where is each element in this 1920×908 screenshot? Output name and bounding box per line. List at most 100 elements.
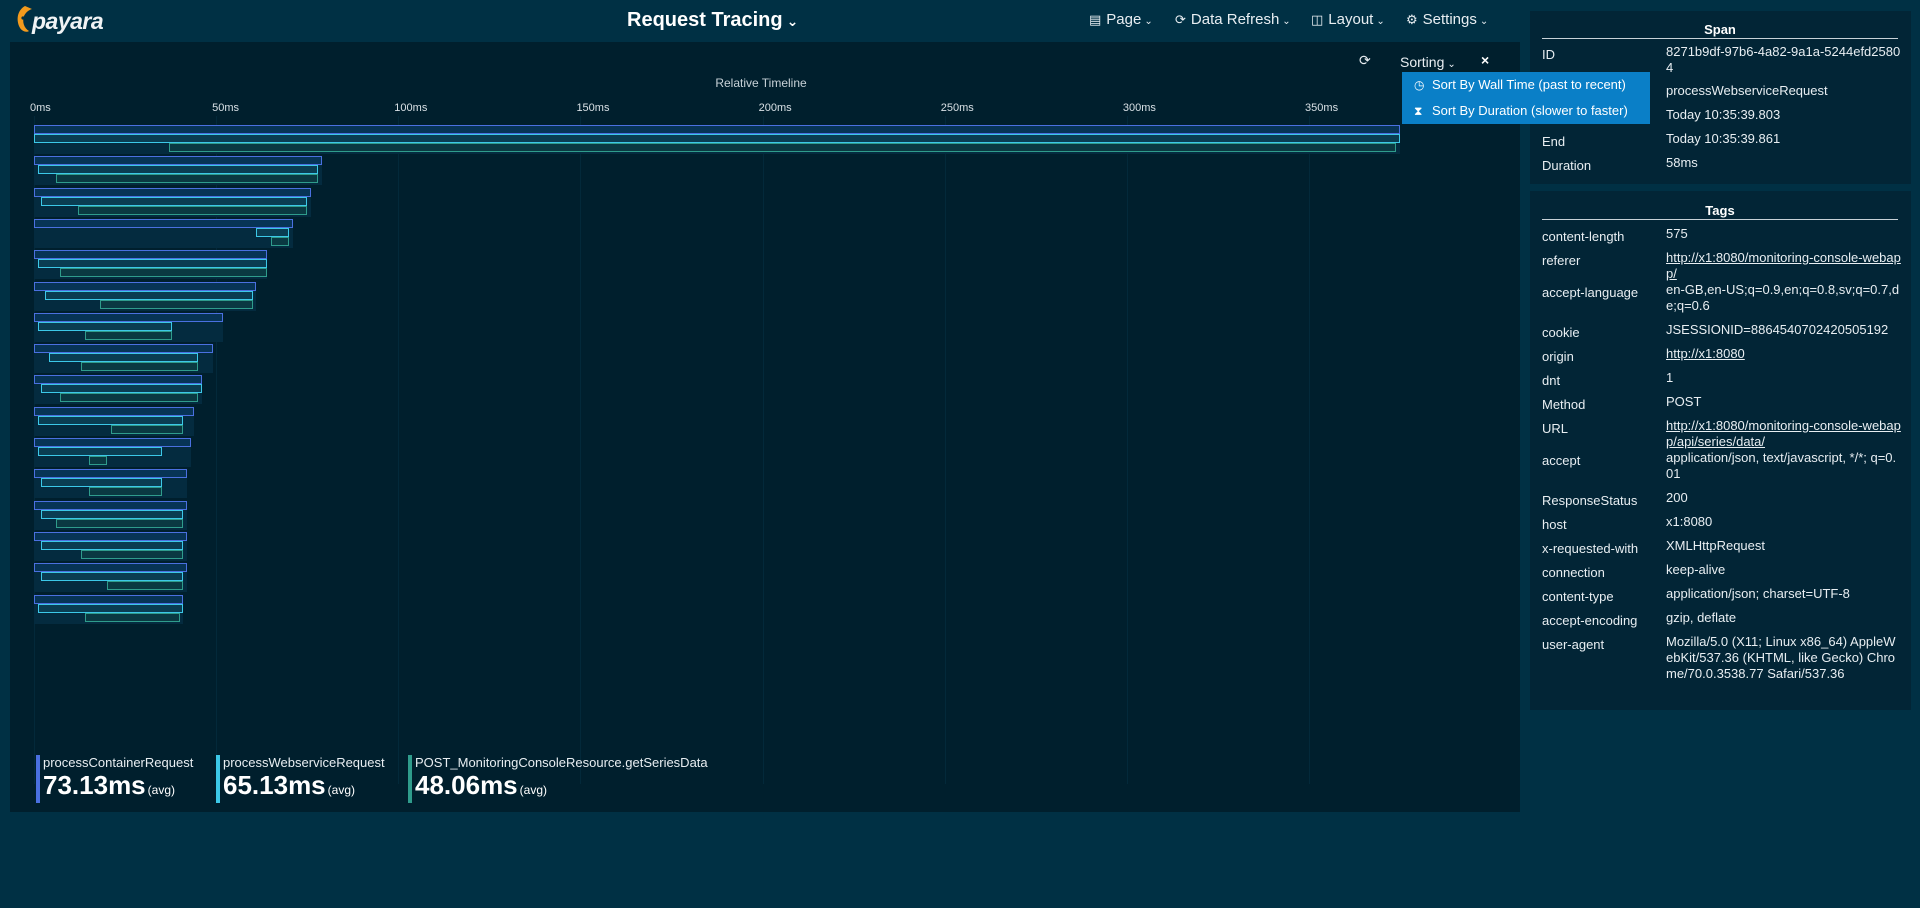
chevron-down-icon: ⌄ xyxy=(1447,59,1456,70)
webservice-request-bar[interactable] xyxy=(41,509,184,519)
container-request-bar[interactable] xyxy=(34,125,1401,134)
webservice-request-bar[interactable] xyxy=(41,196,308,206)
webservice-request-bar[interactable] xyxy=(37,447,162,456)
tags-field-key: content-length xyxy=(1542,229,1625,244)
tags-field-key: URL xyxy=(1542,421,1569,436)
tags-field-value: x1:8080 xyxy=(1666,514,1713,529)
layout-menu-button[interactable]: ◫ Layout ⌄ xyxy=(1311,11,1385,28)
post-series-data-bar[interactable] xyxy=(88,456,107,465)
legend-color-stripe xyxy=(408,755,412,803)
tags-field-value: keep-alive xyxy=(1666,562,1726,577)
container-request-bar[interactable] xyxy=(34,344,213,354)
webservice-request-bar[interactable] xyxy=(37,259,268,269)
page-menu-button[interactable]: ▤ Page ⌄ xyxy=(1089,11,1153,28)
legend-name: POST_MonitoringConsoleResource.getSeries… xyxy=(415,755,708,770)
tags-card: Tags content-length 575 referer http://x1:8… xyxy=(1530,191,1911,710)
container-request-bar[interactable] xyxy=(34,469,187,479)
container-request-bar[interactable] xyxy=(34,563,187,573)
container-request-bar[interactable] xyxy=(34,500,187,510)
container-request-bar[interactable] xyxy=(34,312,224,322)
post-series-data-bar[interactable] xyxy=(59,393,198,403)
legend-name: processWebserviceRequest xyxy=(223,755,385,770)
post-series-data-bar[interactable] xyxy=(77,205,308,215)
data-refresh-menu-button[interactable]: ⟳ Data Refresh ⌄ xyxy=(1175,11,1291,28)
webservice-request-bar[interactable] xyxy=(41,572,184,582)
webservice-request-bar[interactable] xyxy=(48,353,198,363)
webservice-request-bar[interactable] xyxy=(37,165,319,175)
legend-value-unit: (avg) xyxy=(147,783,175,797)
post-series-data-bar[interactable] xyxy=(81,362,198,372)
tags-field-key: cookie xyxy=(1542,325,1580,340)
post-series-data-bar[interactable] xyxy=(99,299,253,309)
container-request-bar[interactable] xyxy=(34,594,184,604)
tags-field-key: dnt xyxy=(1542,373,1561,388)
container-request-bar[interactable] xyxy=(34,531,187,541)
span-field-value: processWebserviceRequest xyxy=(1666,83,1828,98)
legend-value-unit: (avg) xyxy=(327,783,355,797)
container-request-bar[interactable] xyxy=(34,406,195,416)
tags-field-key: x-requested-with xyxy=(1542,541,1639,556)
post-series-data-bar[interactable] xyxy=(106,581,184,591)
tags-field-key: host xyxy=(1542,517,1567,532)
webservice-request-bar[interactable] xyxy=(41,478,162,488)
sort-by-wall-time-option[interactable]: ◷ Sort By Wall Time (past to recent) xyxy=(1402,72,1650,98)
span-card-title: Span xyxy=(1542,22,1898,39)
webservice-request-bar[interactable] xyxy=(37,415,184,425)
webservice-request-bar[interactable] xyxy=(41,384,202,394)
legend-value-unit: (avg) xyxy=(519,783,547,797)
tags-field-key: accept-encoding xyxy=(1542,613,1638,628)
tags-field-value: gzip, deflate xyxy=(1666,610,1737,625)
chevron-down-icon: ⌄ xyxy=(1282,16,1291,27)
tags-field-link[interactable]: http://x1:8080/monitoring-console-webapp… xyxy=(1666,418,1901,450)
container-request-bar[interactable] xyxy=(34,438,191,447)
tags-field-key: accept-language xyxy=(1542,285,1639,300)
legend-color-stripe xyxy=(36,755,40,803)
timeline-panel: Relative Timeline 0ms 50ms 100ms 150ms 200ms… xyxy=(10,42,1650,812)
container-request-bar[interactable] xyxy=(34,250,268,260)
container-request-bar[interactable] xyxy=(34,281,257,291)
tags-field-link[interactable]: http://x1:8080 xyxy=(1666,346,1901,362)
legend-value-number: 65.13ms xyxy=(223,770,326,800)
close-icon[interactable]: × xyxy=(1481,52,1489,68)
tags-field-value: Mozilla/5.0 (X11; Linux x86_64) AppleWeb… xyxy=(1666,634,1896,681)
container-request-bar[interactable] xyxy=(34,156,322,166)
legend-value-number: 73.13ms xyxy=(43,770,146,800)
tags-field-link[interactable]: http://x1:8080/monitoring-console-webapp… xyxy=(1666,250,1901,282)
post-series-data-bar[interactable] xyxy=(88,487,162,497)
span-field-key: End xyxy=(1542,134,1566,149)
container-request-bar[interactable] xyxy=(34,218,293,228)
webservice-request-bar[interactable] xyxy=(37,603,184,613)
container-request-bar[interactable] xyxy=(34,375,202,385)
webservice-request-bar[interactable] xyxy=(37,321,173,331)
clock-icon: ◷ xyxy=(1414,78,1425,92)
sorting-dropdown[interactable]: Sorting ⌄ xyxy=(1400,54,1456,70)
post-series-data-bar[interactable] xyxy=(81,549,184,559)
settings-menu-button[interactable]: ⚙ Settings ⌄ xyxy=(1406,11,1488,28)
tags-field-value: 575 xyxy=(1666,226,1688,241)
webservice-request-bar[interactable] xyxy=(44,290,253,300)
webservice-request-bar[interactable] xyxy=(256,227,289,237)
post-series-data-bar[interactable] xyxy=(110,424,184,434)
tags-field-key: connection xyxy=(1542,565,1605,580)
page-menu-label: Page xyxy=(1106,11,1142,28)
post-series-data-bar[interactable] xyxy=(270,236,289,246)
webservice-request-bar[interactable] xyxy=(34,134,1401,143)
settings-menu-label: Settings xyxy=(1422,11,1477,28)
payara-logo[interactable]: payara xyxy=(14,4,104,38)
post-series-data-bar[interactable] xyxy=(85,330,173,340)
refresh-icon[interactable]: ⟳ xyxy=(1359,52,1371,69)
sorting-label: Sorting xyxy=(1400,54,1445,70)
container-request-bar[interactable] xyxy=(34,187,311,197)
post-series-data-bar[interactable] xyxy=(59,268,268,278)
sort-by-duration-option[interactable]: ⧗ Sort By Duration (slower to faster) xyxy=(1402,98,1650,124)
hourglass-icon: ⧗ xyxy=(1414,104,1423,118)
post-series-data-bar[interactable] xyxy=(55,174,319,184)
legend-value-number: 48.06ms xyxy=(415,770,518,800)
post-series-data-bar[interactable] xyxy=(55,518,184,528)
post-series-data-bar[interactable] xyxy=(168,143,1397,152)
page-title[interactable]: Request Tracing ⌄ xyxy=(627,9,798,32)
post-series-data-bar[interactable] xyxy=(85,612,180,622)
webservice-request-bar[interactable] xyxy=(41,540,184,550)
sort-menu: ◷ Sort By Wall Time (past to recent) ⧗ Sor… xyxy=(1402,72,1650,124)
span-field-value: 8271b9df-97b6-4a82-9a1a-5244efd25804 xyxy=(1666,44,1901,75)
